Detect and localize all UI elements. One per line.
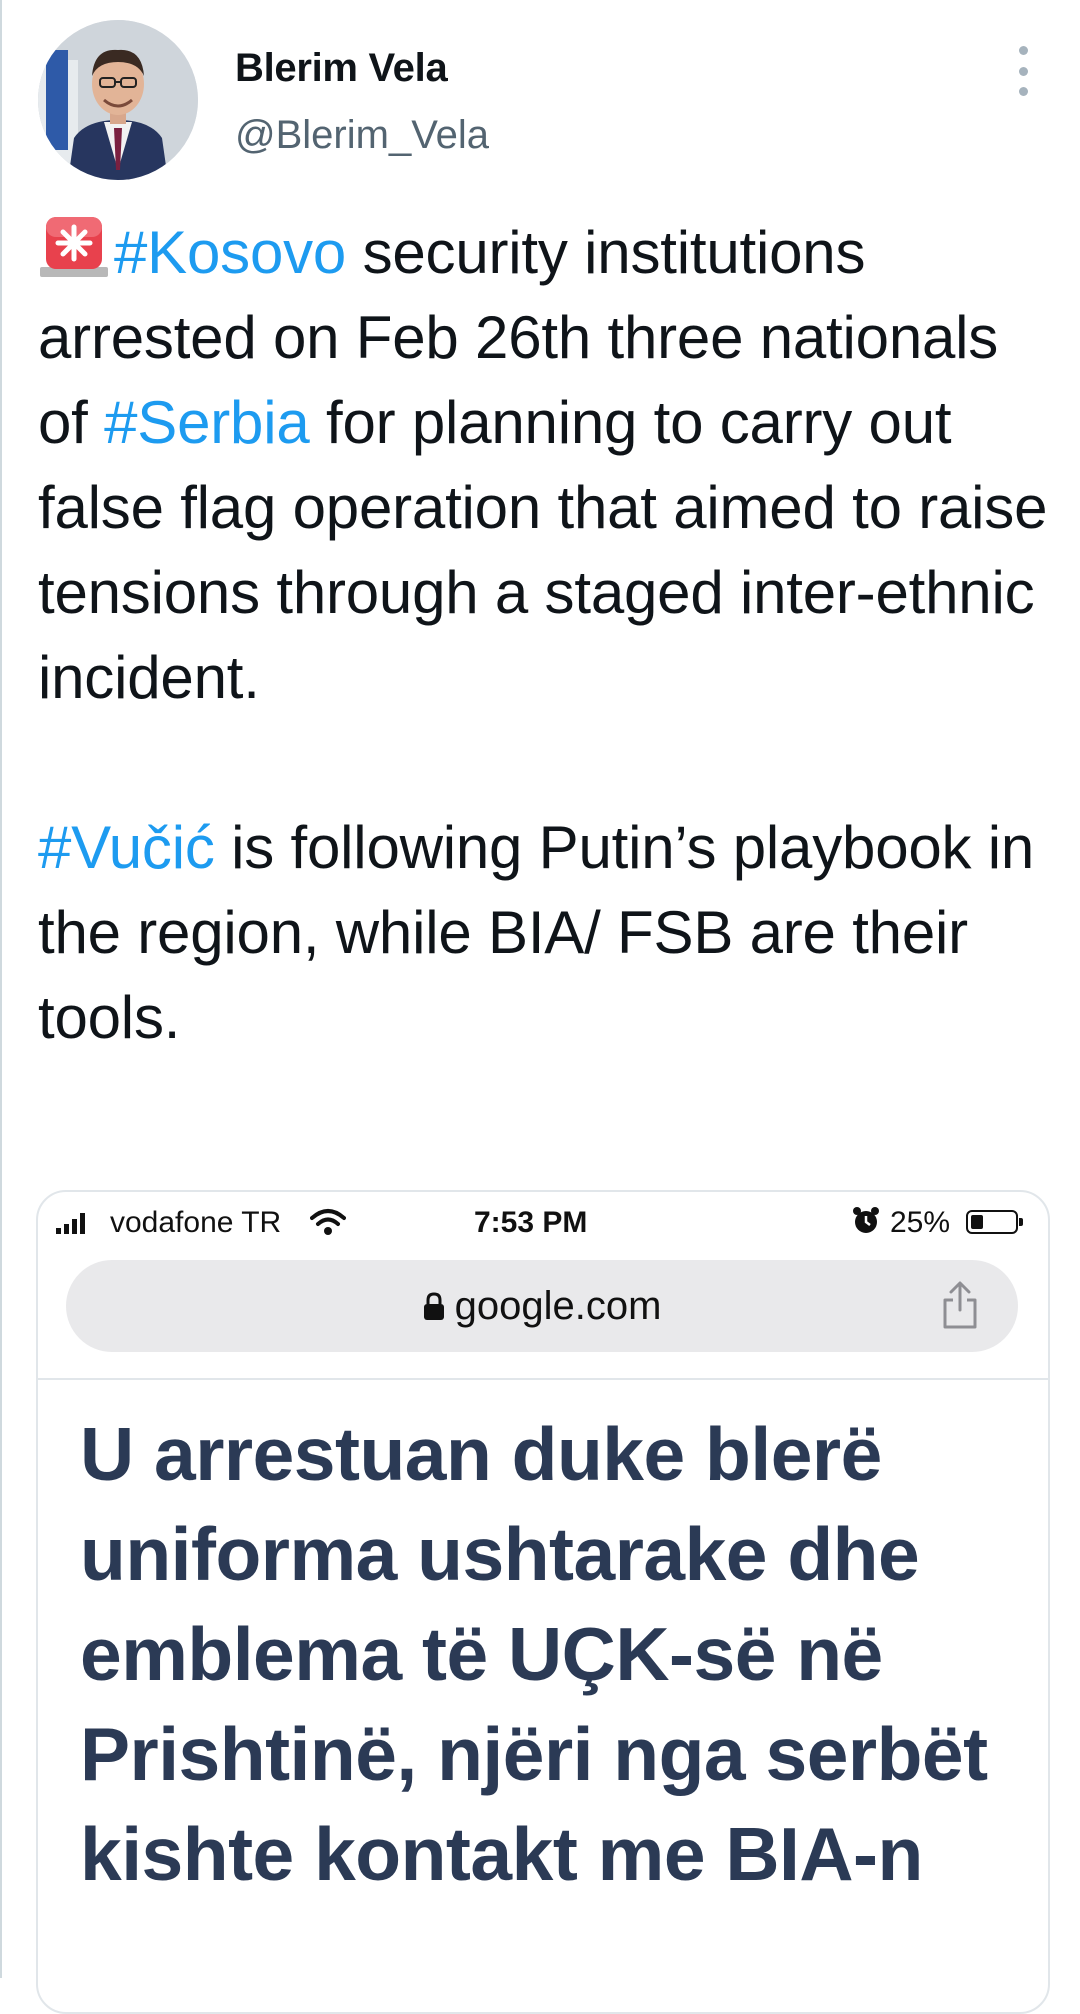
wifi-icon (310, 1209, 346, 1235)
address-bar[interactable]: google.com (66, 1260, 1018, 1352)
hashtag-kosovo[interactable]: #Kosovo (114, 219, 346, 286)
hashtag-vucic[interactable]: #Vučić (38, 814, 215, 881)
carrier-label: vodafone TR (110, 1206, 282, 1239)
article-headline: U arrestuan duke blerë uniforma ushtarak… (80, 1412, 988, 1896)
status-bar: vodafone TR 7:53 PM 25% (38, 1192, 1048, 1252)
tweet-paragraph-2: #Vučić is following Putin’s playbook in … (38, 805, 1048, 1060)
author-display-name[interactable]: Blerim Vela (235, 46, 448, 91)
avatar[interactable] (38, 20, 198, 180)
alarm-icon (853, 1207, 879, 1233)
battery-percentage: 25% (890, 1206, 951, 1239)
hashtag-serbia[interactable]: #Serbia (104, 389, 310, 456)
lock-icon (423, 1292, 444, 1320)
share-icon[interactable] (940, 1280, 980, 1330)
tweet-text: #Kosovo security institutions arrested o… (38, 210, 1048, 1060)
clock: 7:53 PM (474, 1206, 588, 1239)
avatar-photo (38, 20, 198, 180)
signal-strength-icon (56, 1212, 85, 1234)
url-text: google.com (454, 1284, 662, 1328)
url-display: google.com (66, 1284, 1018, 1329)
timeline-border (0, 0, 2, 1978)
attached-image[interactable]: vodafone TR 7:53 PM 25% google.com U arr… (36, 1190, 1050, 2014)
more-options-icon[interactable] (1008, 46, 1038, 96)
siren-icon (40, 217, 108, 277)
tweet-paragraph-1: #Kosovo security institutions arrested o… (38, 210, 1048, 720)
divider (38, 1378, 1048, 1380)
author-handle[interactable]: @Blerim_Vela (235, 113, 489, 158)
battery-icon (966, 1210, 1023, 1234)
